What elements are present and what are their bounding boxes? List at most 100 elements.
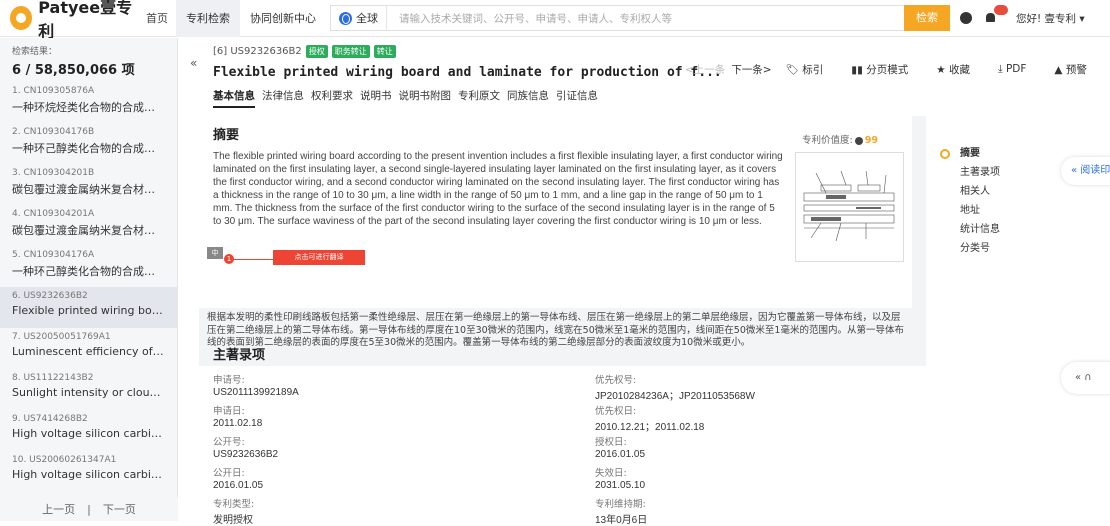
nav-home[interactable]: 首页	[140, 0, 176, 37]
field-label: 失效日:	[595, 468, 627, 479]
next-page-button[interactable]: 下一页	[103, 501, 136, 517]
toc-parties[interactable]: 相关人	[940, 182, 1000, 201]
field-label: 授权日:	[595, 437, 627, 448]
field-value: 2016.01.05	[213, 480, 264, 491]
translate-button[interactable]: 中	[207, 247, 223, 259]
list-item[interactable]: 3. CN109304201B 碳包覆过渡金属纳米复合材料及...	[0, 164, 177, 205]
patent-number: [6] US9232636B2	[213, 46, 302, 57]
tab-description[interactable]: 说明书	[360, 88, 392, 108]
page-mode-button[interactable]: ▮▮ 分页模式	[851, 62, 922, 77]
scope-label: 全球	[356, 12, 378, 25]
sidebar-pager: 上一页 | 下一页	[0, 497, 178, 521]
list-item[interactable]: 5. CN109304176A 一种环己醇类化合物的合成方法	[0, 246, 177, 287]
item-number: 3. CN109304201B	[12, 168, 95, 178]
field-label: 申请号:	[213, 375, 245, 386]
toc-bibliographic[interactable]: 主著录项	[940, 163, 1000, 182]
item-number: 6. US9232636B2	[12, 291, 88, 301]
item-title: Sunlight intensity or cloud de...	[12, 386, 165, 399]
result-sidebar: 检索结果： 6 / 58,850,066 项 1. CN109305876A 一种…	[0, 38, 178, 521]
result-count: 6 / 58,850,066 项	[12, 63, 135, 78]
item-number: 2. CN109304176B	[12, 127, 95, 137]
item-number: 5. CN109304176A	[12, 250, 95, 260]
field-label: 专利维持期:	[595, 499, 646, 510]
item-title: 一种环己醇类化合物的合成方法	[12, 265, 165, 278]
reading-trace-tab[interactable]: « 阅读印记	[1061, 157, 1110, 185]
list-item-selected[interactable]: 6. US9232636B2 Flexible printed wiring bo…	[0, 287, 177, 328]
patent-number-line: [6] US9232636B2 授权 职务转让 转让	[213, 45, 396, 58]
item-title: High voltage silicon carbide ...	[12, 427, 165, 440]
status-badge: 职务转让	[331, 45, 370, 58]
alert-label: 预警	[1065, 64, 1087, 76]
tab-drawings[interactable]: 说明书附图	[399, 88, 452, 108]
nav-innovation-center[interactable]: 协同创新中心	[240, 0, 326, 37]
toc-address[interactable]: 地址	[940, 201, 1000, 220]
field-patent-type: 专利类型: 发明授权	[213, 496, 254, 526]
side-collapse-tab[interactable]: « ∩	[1061, 362, 1110, 394]
tab-basic-info[interactable]: 基本信息	[213, 88, 255, 108]
toolbar-right: 您好! 壹专利 ▾	[960, 5, 1085, 26]
abstract-text: The flexible printed wiring board accord…	[213, 151, 783, 227]
prev-page-button[interactable]: 上一页	[42, 501, 75, 517]
prev-record-link[interactable]: <上一条	[685, 62, 725, 77]
favorite-button[interactable]: ★ 收藏	[936, 62, 984, 77]
tab-legal-info[interactable]: 法律信息	[262, 88, 304, 108]
patent-title: Flexible printed wiring board and lamina…	[213, 65, 722, 80]
mark-button[interactable]: 🏷 标引	[786, 62, 838, 77]
item-number: 1. CN109305876A	[12, 86, 95, 96]
list-item[interactable]: 1. CN109305876A 一种环烷烃类化合物的合成方法	[0, 82, 177, 123]
item-title: 碳包覆过渡金属纳米复合材料及...	[12, 183, 165, 196]
value-label: 专利价值度:	[802, 135, 853, 146]
item-title: Flexible printed wiring board ...	[12, 304, 165, 317]
pdf-button[interactable]: ⤓ PDF	[998, 63, 1040, 76]
list-item[interactable]: 7. US20050051769A1 Luminescent efficiency…	[0, 328, 177, 369]
collapse-sidebar-icon[interactable]: «	[190, 56, 197, 70]
list-item[interactable]: 9. US7414268B2 High voltage silicon carbi…	[0, 410, 177, 451]
translate-tooltip: 点击可进行翻译	[273, 250, 365, 265]
field-value: 2031.05.10	[595, 480, 646, 491]
next-record-link[interactable]: 下一条>	[731, 62, 771, 77]
field-label: 申请日:	[213, 406, 245, 417]
list-item[interactable]: 10. US20060261347A1 High voltage silicon …	[0, 451, 177, 492]
favorite-label: 收藏	[948, 64, 970, 76]
logo[interactable]: Patyee壹专利	[10, 0, 140, 42]
field-label: 优先权号:	[595, 375, 637, 386]
mark-label: 标引	[802, 64, 824, 76]
field-value: US201113992189A	[213, 387, 299, 398]
patent-drawing[interactable]	[795, 152, 904, 262]
abstract-heading: 摘要	[213, 128, 240, 143]
toc-abstract[interactable]: 摘要	[940, 144, 1000, 163]
field-value: 2016.01.05	[595, 449, 646, 460]
result-label: 检索结果：	[12, 47, 58, 57]
list-item[interactable]: 2. CN109304176B 一种环己醇类化合物的合成方法	[0, 123, 177, 164]
field-label: 专利类型:	[213, 499, 255, 510]
nav-patent-search[interactable]: 专利检索	[176, 0, 240, 37]
globe-icon	[339, 11, 352, 25]
field-label: 优先权日:	[595, 406, 637, 417]
tip-connector	[233, 259, 273, 260]
list-item[interactable]: 8. US11122143B2 Sunlight intensity or clo…	[0, 369, 177, 410]
abstract-translation: 根据本发明的柔性印刷线路板包括第一柔性绝缘层、层压在第一绝缘层上的第一导体布线、…	[207, 312, 904, 348]
field-grant-date: 授权日: 2016.01.05	[595, 434, 645, 460]
field-priority-date: 优先权日: 2010.12.21；2011.02.18	[595, 403, 704, 433]
tab-original[interactable]: 专利原文	[458, 88, 500, 108]
tab-family[interactable]: 同族信息	[507, 88, 549, 108]
main-nav: 首页 专利检索 协同创新中心	[140, 0, 326, 37]
patent-actions: <上一条 下一条> 🏷 标引 ▮▮ 分页模式 ★ 收藏 ⤓ PDF ▲ 预警 ▦…	[685, 62, 1110, 77]
item-number: 8. US11122143B2	[12, 373, 94, 383]
search-button[interactable]: 检索	[904, 5, 950, 31]
toc-statistics[interactable]: 统计信息	[940, 220, 1000, 239]
bell-icon[interactable]	[984, 5, 1008, 25]
tab-citations[interactable]: 引证信息	[556, 88, 598, 108]
search-input[interactable]: 请输入技术关键词、公开号、申请号、申请人、专利权人等	[387, 11, 905, 26]
help-icon[interactable]	[854, 136, 863, 145]
item-title: 碳包覆过渡金属纳米复合材料及...	[12, 224, 165, 237]
clock-icon[interactable]	[960, 12, 972, 24]
alert-button[interactable]: ▲ 预警	[1054, 62, 1100, 77]
item-number: 4. CN109304201A	[12, 209, 95, 219]
scope-selector[interactable]: 全球	[331, 6, 387, 30]
tab-claims[interactable]: 权利要求	[311, 88, 353, 108]
list-item[interactable]: 4. CN109304201A 碳包覆过渡金属纳米复合材料及...	[0, 205, 177, 246]
field-label: 公开日:	[213, 468, 245, 479]
user-greeting[interactable]: 您好! 壹专利 ▾	[1016, 11, 1085, 26]
toc-classification[interactable]: 分类号	[940, 239, 1000, 258]
